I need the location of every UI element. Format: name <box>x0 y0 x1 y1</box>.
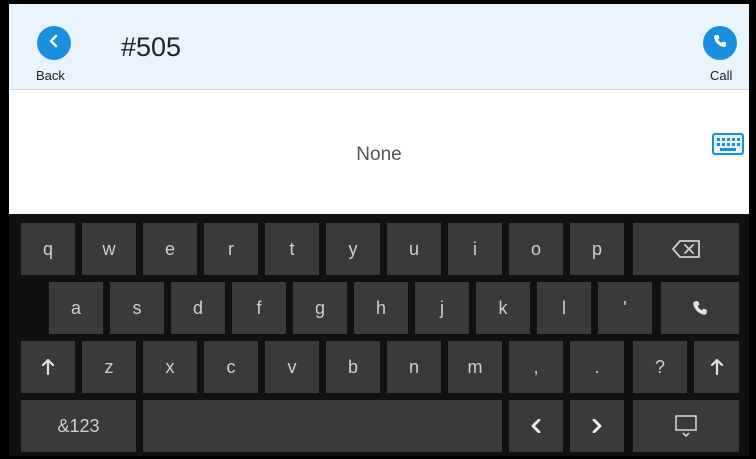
key-q[interactable]: q <box>21 223 75 275</box>
no-results-text: None <box>356 144 402 165</box>
backspace-key[interactable] <box>633 223 739 275</box>
key-j[interactable]: j <box>415 282 469 334</box>
chevron-right-icon <box>591 419 603 433</box>
key-u[interactable]: u <box>387 223 441 275</box>
key-h[interactable]: h <box>354 282 408 334</box>
key-f[interactable]: f <box>232 282 286 334</box>
header-bar: Back #505 Call <box>9 4 749 90</box>
key-question[interactable]: ? <box>633 341 687 393</box>
back-label[interactable]: Back <box>36 68 65 83</box>
key-comma[interactable]: , <box>509 341 563 393</box>
key-n[interactable]: n <box>387 341 441 393</box>
arrow-up-icon <box>710 359 724 375</box>
backspace-icon <box>672 240 700 258</box>
space-key[interactable] <box>143 400 502 452</box>
dialed-number: #505 <box>121 32 182 62</box>
key-d[interactable]: d <box>171 282 225 334</box>
key-p[interactable]: p <box>570 223 624 275</box>
hide-keyboard-key[interactable] <box>633 400 739 452</box>
key-a[interactable]: a <box>49 282 103 334</box>
call-label[interactable]: Call <box>710 68 732 83</box>
chevron-left-icon <box>47 34 61 53</box>
call-button[interactable] <box>703 26 737 60</box>
key-m[interactable]: m <box>448 341 502 393</box>
on-screen-keyboard: q w e r t y u i o p a s d f g h j k l ' <box>9 214 749 456</box>
key-y[interactable]: y <box>326 223 380 275</box>
key-o[interactable]: o <box>509 223 563 275</box>
back-button[interactable] <box>37 26 71 60</box>
key-x[interactable]: x <box>143 341 197 393</box>
key-g[interactable]: g <box>293 282 347 334</box>
key-v[interactable]: v <box>265 341 319 393</box>
key-w[interactable]: w <box>82 223 136 275</box>
phone-icon <box>691 299 709 317</box>
key-z[interactable]: z <box>82 341 136 393</box>
mode-123-key[interactable]: &123 <box>21 400 136 452</box>
key-t[interactable]: t <box>265 223 319 275</box>
key-s[interactable]: s <box>110 282 164 334</box>
key-c[interactable]: c <box>204 341 258 393</box>
key-k[interactable]: k <box>476 282 530 334</box>
chevron-left-icon <box>530 419 542 433</box>
key-r[interactable]: r <box>204 223 258 275</box>
cursor-left-key[interactable] <box>509 400 563 452</box>
keyboard-icon[interactable] <box>712 133 744 155</box>
search-results: None <box>9 90 749 214</box>
key-period[interactable]: . <box>570 341 624 393</box>
call-key[interactable] <box>661 282 739 334</box>
cursor-right-key[interactable] <box>570 400 624 452</box>
arrow-up-icon <box>41 359 55 375</box>
shift-key-left[interactable] <box>21 341 75 393</box>
key-l[interactable]: l <box>537 282 591 334</box>
shift-key-right[interactable] <box>694 341 739 393</box>
key-apostrophe[interactable]: ' <box>598 282 652 334</box>
phone-icon <box>712 33 728 54</box>
key-e[interactable]: e <box>143 223 197 275</box>
key-b[interactable]: b <box>326 341 380 393</box>
hide-keyboard-icon <box>674 415 698 437</box>
key-i[interactable]: i <box>448 223 502 275</box>
dialer-screen: Back #505 Call None q w e r t y u i o p … <box>9 4 749 456</box>
